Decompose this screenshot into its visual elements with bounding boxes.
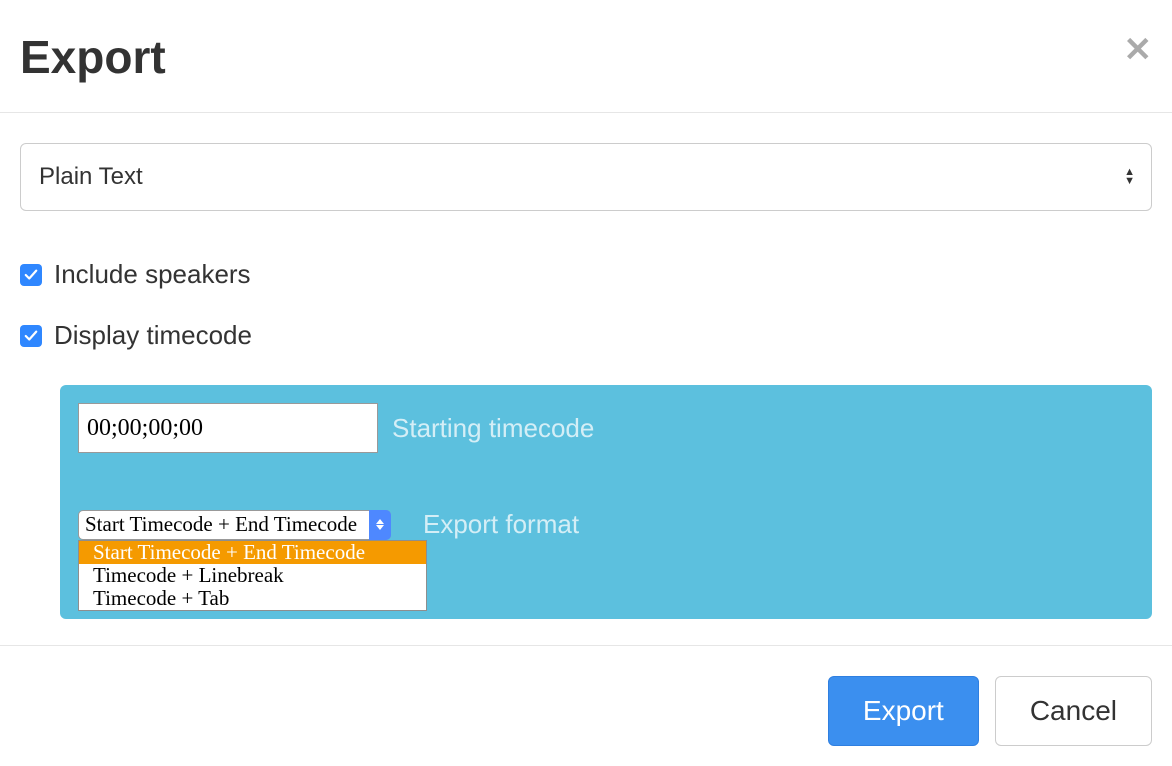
display-timecode-checkbox[interactable] <box>20 325 42 347</box>
starting-timecode-input[interactable] <box>78 403 378 453</box>
format-select-value: Plain Text <box>39 163 143 191</box>
include-speakers-label: Include speakers <box>54 259 251 290</box>
select-arrows-icon: ▲▼ <box>1124 168 1135 186</box>
starting-timecode-label: Starting timecode <box>392 413 594 444</box>
export-format-option[interactable]: Start Timecode + End Timecode <box>79 541 426 564</box>
include-speakers-checkbox[interactable] <box>20 264 42 286</box>
dialog-header: Export ✕ <box>0 0 1172 113</box>
export-format-select[interactable]: Start Timecode + End Timecode <box>78 510 391 540</box>
display-timecode-row: Display timecode <box>20 320 1152 351</box>
checkmark-icon <box>24 329 38 343</box>
export-format-option[interactable]: Timecode + Tab <box>79 587 426 610</box>
dialog-footer: Export Cancel <box>0 646 1172 746</box>
dialog-title: Export <box>20 30 166 84</box>
export-format-option[interactable]: Timecode + Linebreak <box>79 564 426 587</box>
checkmark-icon <box>24 268 38 282</box>
dialog-body: Plain Text ▲▼ Include speakers Display t… <box>0 113 1172 646</box>
export-format-select-wrap: Start Timecode + End Timecode Start Time… <box>78 510 391 540</box>
export-format-select-value: Start Timecode + End Timecode <box>85 512 357 537</box>
display-timecode-label: Display timecode <box>54 320 252 351</box>
starting-timecode-row: Starting timecode <box>78 403 1134 453</box>
select-stepper-icon <box>369 510 391 540</box>
cancel-button[interactable]: Cancel <box>995 676 1152 746</box>
export-format-label: Export format <box>423 509 579 540</box>
export-button[interactable]: Export <box>828 676 979 746</box>
close-icon[interactable]: ✕ <box>1124 33 1153 67</box>
include-speakers-row: Include speakers <box>20 259 1152 290</box>
timecode-panel: Starting timecode Start Timecode + End T… <box>60 385 1152 619</box>
format-select[interactable]: Plain Text ▲▼ <box>20 143 1152 211</box>
export-format-row: Start Timecode + End Timecode Start Time… <box>78 509 1134 540</box>
export-format-dropdown: Start Timecode + End Timecode Timecode +… <box>78 540 427 611</box>
